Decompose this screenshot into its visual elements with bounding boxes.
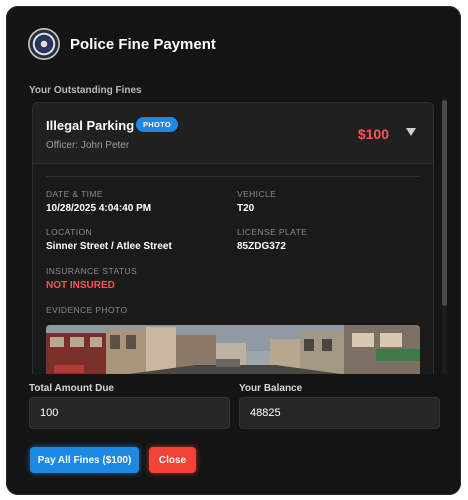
license-plate-label: LICENSE PLATE [237, 227, 308, 237]
details-divider [46, 176, 419, 177]
page-title: Police Fine Payment [70, 35, 216, 53]
insurance-status-value: NOT INSURED [46, 280, 115, 291]
close-button[interactable]: Close [149, 447, 196, 473]
location-value: Sinner Street / Atlee Street [46, 241, 172, 252]
vehicle-value: T20 [237, 203, 255, 214]
insurance-status-label: INSURANCE STATUS [46, 266, 138, 276]
fine-card-header[interactable]: Illegal Parking PHOTO Officer: John Pete… [33, 103, 433, 164]
date-time-label: DATE & TIME [46, 189, 103, 199]
total-due-label: Total Amount Due [29, 383, 114, 394]
evidence-photo[interactable] [46, 325, 420, 374]
officer-name: Officer: John Peter [46, 140, 130, 151]
photo-badge: PHOTO [136, 117, 179, 132]
violation-title: Illegal Parking [46, 118, 135, 133]
fines-section-label: Your Outstanding Fines [29, 85, 142, 96]
license-plate-value: 85ZDG372 [237, 241, 286, 252]
evidence-photo-label: EVIDENCE PHOTO [46, 305, 128, 315]
pay-all-fines-button[interactable]: Pay All Fines ($100) [30, 447, 139, 473]
balance-field: 48825 [239, 397, 440, 429]
date-time-value: 10/28/2025 4:04:40 PM [46, 203, 152, 214]
fine-card: Illegal Parking PHOTO Officer: John Pete… [32, 102, 434, 374]
chevron-down-icon[interactable] [406, 128, 416, 136]
fines-list[interactable]: Illegal Parking PHOTO Officer: John Pete… [29, 98, 447, 374]
total-due-field: 100 [29, 397, 230, 429]
scrollbar-thumb[interactable] [442, 100, 447, 306]
window-header: Police Fine Payment [28, 27, 216, 61]
fine-amount: $100 [357, 126, 389, 142]
location-label: LOCATION [46, 227, 93, 237]
balance-label: Your Balance [239, 383, 303, 394]
vehicle-label: VEHICLE [237, 189, 277, 199]
fines-scrollbar[interactable] [442, 98, 447, 374]
police-seal-icon [28, 28, 60, 60]
fine-payment-window: Police Fine Payment Your Outstanding Fin… [6, 6, 461, 495]
